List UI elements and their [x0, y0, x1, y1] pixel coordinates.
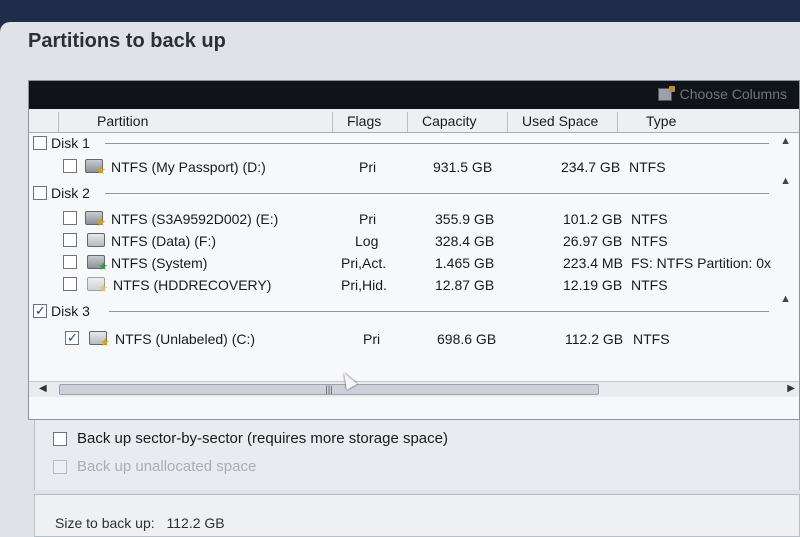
partition-name: NTFS (HDDRECOVERY)	[113, 277, 272, 293]
disk-2-label: Disk 2	[51, 185, 90, 201]
partition-type: NTFS	[631, 233, 668, 249]
scroll-left-icon[interactable]: ◀	[39, 383, 47, 394]
partition-checkbox[interactable]	[63, 211, 77, 225]
disk-group-3[interactable]: Disk 3	[33, 303, 90, 319]
table-row[interactable]: ★ NTFS (Unlabeled) (C:) Pri 698.6 GB 112…	[29, 329, 799, 351]
size-value: 112.2 GB	[166, 515, 225, 531]
drive-icon: ★	[85, 211, 106, 229]
scroll-right-icon[interactable]: ▶	[787, 383, 795, 394]
unallocated-checkbox	[53, 459, 67, 474]
partition-capacity: 931.5 GB	[433, 159, 493, 175]
partition-type: NTFS	[631, 277, 668, 293]
header-checkbox-col	[29, 112, 59, 132]
partition-list: Disk 1 ▲ ★ NTFS (My Passport) (D:) Pri 9…	[29, 133, 799, 397]
partition-used: 12.19 GB	[563, 277, 623, 293]
drive-icon: ★	[85, 159, 106, 177]
sector-by-sector-checkbox[interactable]	[53, 431, 67, 446]
partition-flags: Log	[355, 233, 379, 249]
partition-capacity: 12.87 GB	[435, 277, 495, 293]
column-capacity[interactable]: Capacity	[408, 112, 508, 132]
partition-name: NTFS (Unlabeled) (C:)	[115, 331, 256, 347]
list-toolbar: Choose Columns	[29, 81, 799, 109]
disk-group-1[interactable]: Disk 1	[33, 135, 90, 151]
partition-flags: Pri,Hid.	[341, 277, 387, 293]
partition-type: NTFS	[633, 331, 670, 347]
partition-name: NTFS (S3A9592D002) (E:)	[111, 211, 279, 227]
sector-by-sector-label: Back up sector-by-sector (requires more …	[77, 430, 448, 447]
table-row[interactable]: ★ NTFS (System) Pri,Act. 1.465 GB 223.4 …	[29, 253, 799, 275]
collapse-icon[interactable]: ▲	[780, 293, 791, 305]
drive-icon: ★	[89, 331, 110, 349]
partition-used: 101.2 GB	[563, 211, 623, 227]
choose-columns-button[interactable]: Choose Columns	[657, 85, 787, 102]
partition-type: FS: NTFS Partition: 0x	[631, 255, 772, 271]
partition-used: 234.7 GB	[561, 159, 621, 175]
partition-name: NTFS (System)	[111, 255, 208, 271]
partition-used: 223.4 MB	[563, 255, 623, 271]
partition-flags: Pri	[363, 331, 381, 347]
partition-capacity: 355.9 GB	[435, 211, 495, 227]
disk-3-label: Disk 3	[51, 303, 90, 319]
partition-flags: Pri,Act.	[341, 255, 387, 271]
page-title: Partitions to back up	[28, 30, 226, 52]
scrollbar-thumb[interactable]: |||	[59, 384, 599, 395]
backup-options: Back up sector-by-sector (requires more …	[34, 420, 800, 490]
partition-used: 112.2 GB	[565, 331, 624, 347]
size-summary: Size to back up: 112.2 GB	[34, 494, 800, 537]
partition-list-panel: Choose Columns Partition Flags Capacity …	[28, 80, 800, 420]
divider	[109, 311, 769, 312]
partition-checkbox[interactable]	[63, 277, 77, 291]
column-header: Partition Flags Capacity Used Space Type	[29, 109, 799, 133]
drive-system-icon: ★	[87, 255, 108, 273]
partition-flags: Pri	[359, 159, 377, 175]
partition-checkbox[interactable]	[63, 233, 77, 247]
table-row[interactable]: ★ NTFS (My Passport) (D:) Pri 931.5 GB 2…	[29, 157, 799, 179]
table-row[interactable]: NTFS (Data) (F:) Log 328.4 GB 26.97 GB N…	[29, 231, 799, 253]
partition-type: NTFS	[629, 159, 666, 175]
column-flags[interactable]: Flags	[333, 112, 408, 132]
divider	[105, 143, 769, 144]
divider	[105, 193, 769, 194]
column-type[interactable]: Type	[618, 112, 800, 132]
partition-type: NTFS	[631, 211, 668, 227]
disk-1-checkbox[interactable]	[33, 136, 47, 150]
size-to-back-up: Size to back up: 112.2 GB	[55, 515, 225, 531]
partition-checkbox[interactable]	[65, 331, 79, 345]
partition-flags: Pri	[359, 211, 377, 227]
choose-columns-label: Choose Columns	[679, 86, 787, 102]
partition-used: 26.97 GB	[563, 233, 623, 249]
table-row[interactable]: ★ NTFS (HDDRECOVERY) Pri,Hid. 12.87 GB 1…	[29, 275, 799, 297]
partition-name: NTFS (My Passport) (D:)	[111, 159, 266, 175]
collapse-icon[interactable]: ▲	[780, 175, 791, 187]
partition-name: NTFS (Data) (F:)	[111, 233, 216, 249]
columns-icon	[657, 85, 675, 101]
disk-1-label: Disk 1	[51, 135, 90, 151]
disk-2-checkbox[interactable]	[33, 186, 47, 200]
drive-icon	[87, 233, 105, 247]
table-row[interactable]: ★ NTFS (S3A9592D002) (E:) Pri 355.9 GB 1…	[29, 209, 799, 231]
column-used-space[interactable]: Used Space	[508, 112, 618, 132]
partition-checkbox[interactable]	[63, 159, 77, 173]
size-label: Size to back up:	[55, 515, 155, 531]
disk-3-checkbox[interactable]	[33, 304, 47, 318]
unallocated-option: Back up unallocated space	[53, 458, 256, 475]
column-partition[interactable]: Partition	[59, 112, 333, 132]
partition-checkbox[interactable]	[63, 255, 77, 269]
partition-capacity: 328.4 GB	[435, 233, 495, 249]
disk-group-2[interactable]: Disk 2	[33, 185, 90, 201]
backup-window: Partitions to back up Choose Columns Par…	[0, 22, 800, 537]
unallocated-label: Back up unallocated space	[77, 458, 257, 475]
sector-by-sector-option[interactable]: Back up sector-by-sector (requires more …	[53, 430, 448, 447]
drive-hidden-icon: ★	[87, 277, 108, 295]
collapse-icon[interactable]: ▲	[780, 135, 791, 147]
horizontal-scrollbar[interactable]: ◀ ||| ▶	[29, 381, 799, 397]
partition-capacity: 1.465 GB	[435, 255, 495, 271]
partition-capacity: 698.6 GB	[437, 331, 497, 347]
